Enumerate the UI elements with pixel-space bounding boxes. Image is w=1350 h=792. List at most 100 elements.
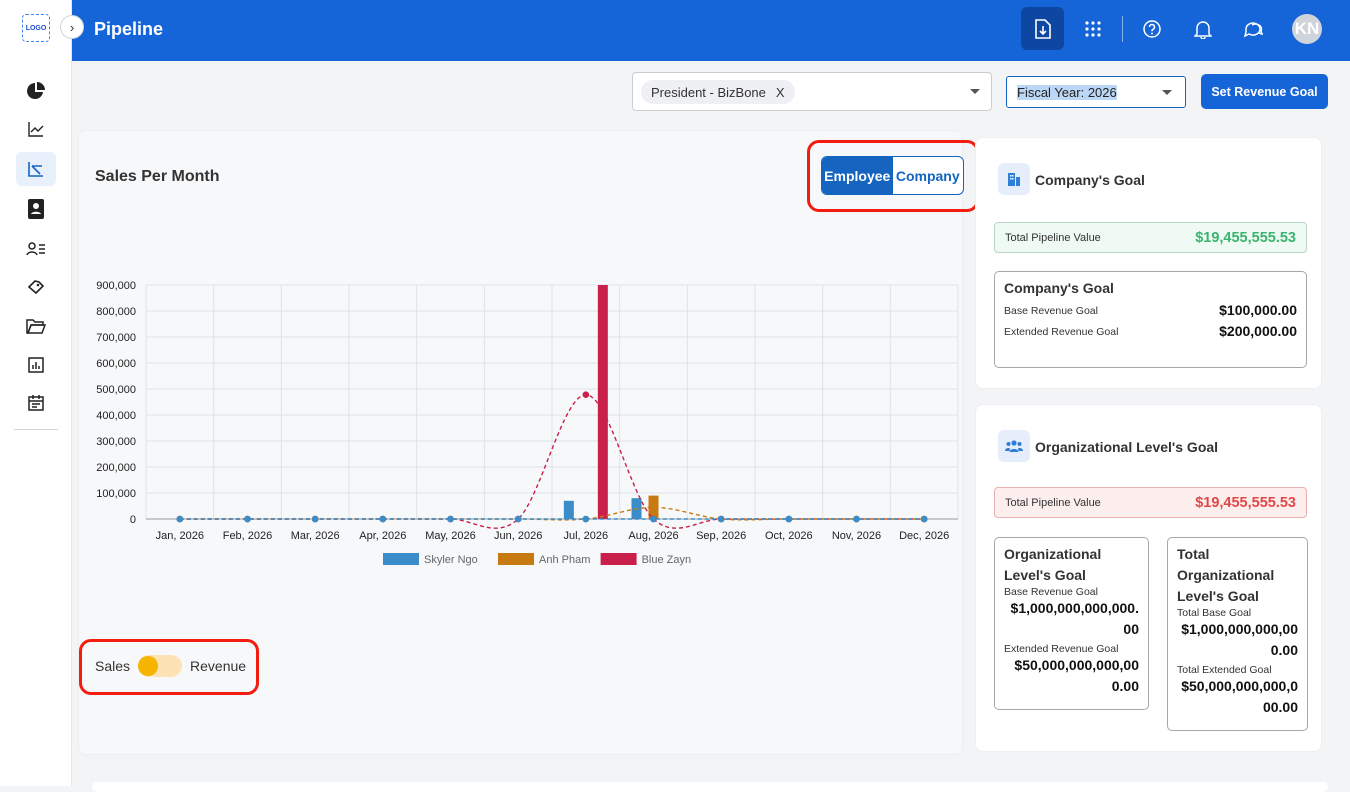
- sidebar-item-pipeline[interactable]: [16, 152, 56, 186]
- company-goal-title: Company's Goal: [1035, 172, 1145, 188]
- logo: LOGO: [22, 14, 50, 42]
- expand-sidebar-button[interactable]: ›: [60, 15, 84, 39]
- avatar[interactable]: KN: [1292, 14, 1322, 44]
- notifications-button[interactable]: [1181, 7, 1224, 50]
- sidebar-item-reports[interactable]: [16, 348, 56, 382]
- bar: [597, 285, 608, 519]
- sidebar-divider: [14, 429, 58, 430]
- data-point: [244, 515, 251, 523]
- org-base-value: $1,000,000,000,000.00: [1010, 600, 1139, 637]
- chip-remove-button[interactable]: X: [776, 85, 785, 100]
- x-tick-label: Jul, 2026: [564, 530, 609, 542]
- help-icon: [1142, 19, 1161, 38]
- org-goal-title: Organizational Level's Goal: [1035, 439, 1219, 455]
- view-toggle: Employee Company: [821, 156, 964, 195]
- y-tick-label: 700,000: [96, 332, 136, 344]
- x-tick-label: Aug, 2026: [628, 530, 678, 542]
- pipeline-value: $19,455,555.53: [1195, 229, 1296, 246]
- data-point: [447, 515, 454, 523]
- data-point: [514, 515, 522, 523]
- total-base-label: Total Base Goal: [1177, 607, 1252, 619]
- total-ext-label: Total Extended Goal: [1177, 664, 1272, 676]
- chevron-right-icon: ›: [69, 19, 75, 35]
- employee-chip-label: President - BizBone: [651, 84, 766, 100]
- data-point: [582, 515, 590, 523]
- sidebar-item-users[interactable]: [16, 232, 56, 266]
- legend-label: Anh Pham: [539, 554, 590, 566]
- total-ext-value: $50,000,000,000,000.00: [1181, 678, 1298, 715]
- total-org-goal-title: Total Organizational Level's Goal: [1177, 546, 1275, 604]
- x-tick-label: Mar, 2026: [291, 530, 340, 542]
- legend-swatch: [383, 553, 419, 565]
- y-tick-label: 200,000: [96, 462, 136, 474]
- switch-label-revenue: Revenue: [190, 658, 247, 674]
- sales-revenue-switch-row: Sales Revenue: [95, 655, 246, 677]
- bottom-card: [92, 782, 1328, 792]
- sales-revenue-switch[interactable]: [138, 655, 183, 677]
- set-revenue-goal-button[interactable]: Set Revenue Goal: [1201, 74, 1328, 109]
- y-tick-label: 400,000: [96, 410, 136, 422]
- switch-knob: [138, 656, 159, 676]
- company-goal-box-title: Company's Goal: [1004, 280, 1114, 296]
- y-tick-label: 100,000: [96, 488, 136, 500]
- y-tick-label: 300,000: [96, 436, 136, 448]
- data-point: [853, 515, 860, 523]
- chat-icon: [1243, 21, 1263, 37]
- download-button[interactable]: [1021, 7, 1064, 50]
- pipeline-label: Total Pipeline Value: [1005, 231, 1101, 244]
- data-point: [176, 515, 184, 523]
- org-ext-value: $50,000,000,000,000.00: [1014, 657, 1139, 694]
- bar: [563, 500, 574, 519]
- y-tick-label: 0: [130, 514, 136, 526]
- legend-label: Blue Zayn: [642, 554, 692, 566]
- folder-open-icon: [26, 319, 46, 334]
- toggle-company[interactable]: Company: [893, 157, 964, 194]
- handshake-icon: [27, 280, 45, 295]
- org-goal-card: Organizational Level's Goal Total Pipeli…: [975, 404, 1322, 752]
- sidebar-item-analytics[interactable]: [16, 112, 56, 146]
- extended-revenue-label: Extended Revenue Goal: [1004, 325, 1119, 338]
- employee-chip: President - BizBone X: [641, 80, 795, 104]
- trend-chart-icon: [28, 122, 44, 137]
- extended-revenue-value: $200,000.00: [1219, 323, 1297, 339]
- org-level-goal-title: Organizational Level's Goal: [1004, 546, 1102, 583]
- fiscal-year-value: Fiscal Year: 2026: [1017, 85, 1117, 100]
- sidebar-item-contacts[interactable]: [16, 192, 56, 226]
- company-goal-box: Company's Goal Base Revenue Goal $100,00…: [994, 271, 1307, 368]
- data-point: [785, 515, 793, 523]
- x-tick-label: Oct, 2026: [765, 530, 813, 542]
- pie-chart-icon: [27, 82, 45, 99]
- sidebar-item-calendar[interactable]: [16, 386, 56, 420]
- sidebar-item-deals[interactable]: [16, 270, 56, 304]
- base-revenue-label: Base Revenue Goal: [1004, 304, 1098, 317]
- y-tick-label: 900,000: [96, 280, 136, 292]
- x-tick-label: Jun, 2026: [494, 530, 542, 542]
- total-org-goal-box: Total Organizational Level's Goal Total …: [1167, 537, 1308, 731]
- x-tick-label: May, 2026: [425, 530, 476, 542]
- switch-label-sales: Sales: [95, 658, 131, 674]
- messages-button[interactable]: [1231, 7, 1274, 50]
- apps-button[interactable]: [1071, 7, 1114, 50]
- sales-per-month-chart: 0 100,000 200,000 300,000 400,000 500,000 600,…: [96, 280, 959, 566]
- x-tick-label: Nov, 2026: [832, 530, 881, 542]
- pipeline-label: Total Pipeline Value: [1005, 496, 1101, 509]
- sidebar-item-files[interactable]: [16, 309, 56, 343]
- file-download-icon: [1034, 18, 1051, 39]
- sidebar-item-dashboard[interactable]: [16, 74, 56, 108]
- data-point: [582, 391, 590, 399]
- total-base-value: $1,000,000,000,000.00: [1181, 621, 1298, 658]
- company-goal-card: Company's Goal Total Pipeline Value $19,…: [975, 137, 1322, 389]
- data-point: [311, 515, 319, 523]
- bell-icon: [1193, 20, 1212, 39]
- x-tick-label: Jan, 2026: [156, 530, 204, 542]
- fiscal-year-select[interactable]: Fiscal Year: 2026: [1006, 76, 1186, 108]
- data-point: [650, 515, 657, 523]
- y-tick-label: 800,000: [96, 306, 136, 318]
- toggle-employee[interactable]: Employee: [822, 157, 893, 194]
- contact-book-icon: [28, 199, 44, 219]
- company-pipeline-value: Total Pipeline Value $19,455,555.53: [994, 222, 1307, 253]
- apps-grid-icon: [1084, 20, 1101, 37]
- chevron-down-icon: [970, 89, 980, 94]
- help-button[interactable]: [1130, 7, 1173, 50]
- employee-filter-select[interactable]: President - BizBone X: [632, 72, 992, 111]
